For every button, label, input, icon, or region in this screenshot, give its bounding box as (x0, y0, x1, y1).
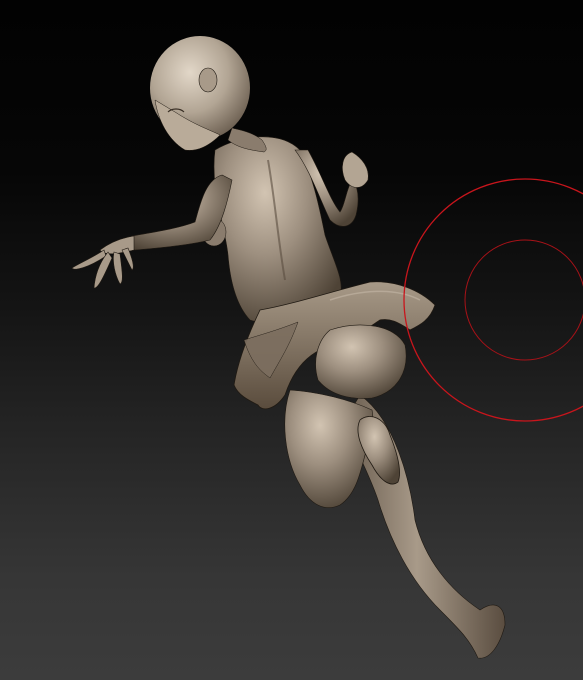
brush-cursor-icon (403, 178, 583, 422)
model-right-hand (342, 151, 369, 188)
model-left-hand (71, 235, 135, 289)
model-left-leg (284, 389, 374, 508)
model-ear (198, 67, 218, 93)
sculpt-viewport[interactable] (0, 0, 583, 680)
sculpt-canvas[interactable] (0, 0, 583, 680)
brush-inner-ring (464, 239, 583, 361)
model-left-foot (357, 416, 400, 485)
brush-outer-ring (403, 178, 583, 422)
model-hips (315, 324, 407, 399)
sculpt-model (71, 36, 506, 659)
